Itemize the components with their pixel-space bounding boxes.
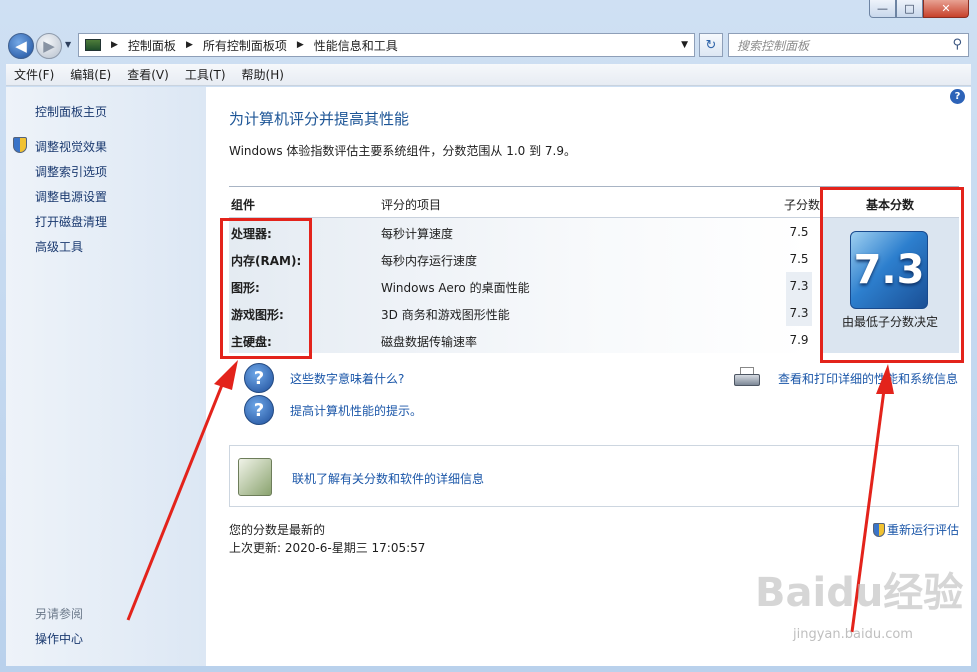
window-frame: — □ ✕ ◀ ▶ ▼ ▶ 控制面板 ▶ 所有控制面板项 ▶ 性能信息和工具 ▼… — [0, 0, 977, 672]
arrowhead-left — [214, 360, 238, 390]
watermark-url: jingyan.baidu.com — [793, 627, 913, 642]
annotation-arrow-left — [126, 379, 226, 621]
arrowhead-right — [876, 364, 894, 394]
watermark-logo: Baidu经验 — [755, 570, 964, 616]
